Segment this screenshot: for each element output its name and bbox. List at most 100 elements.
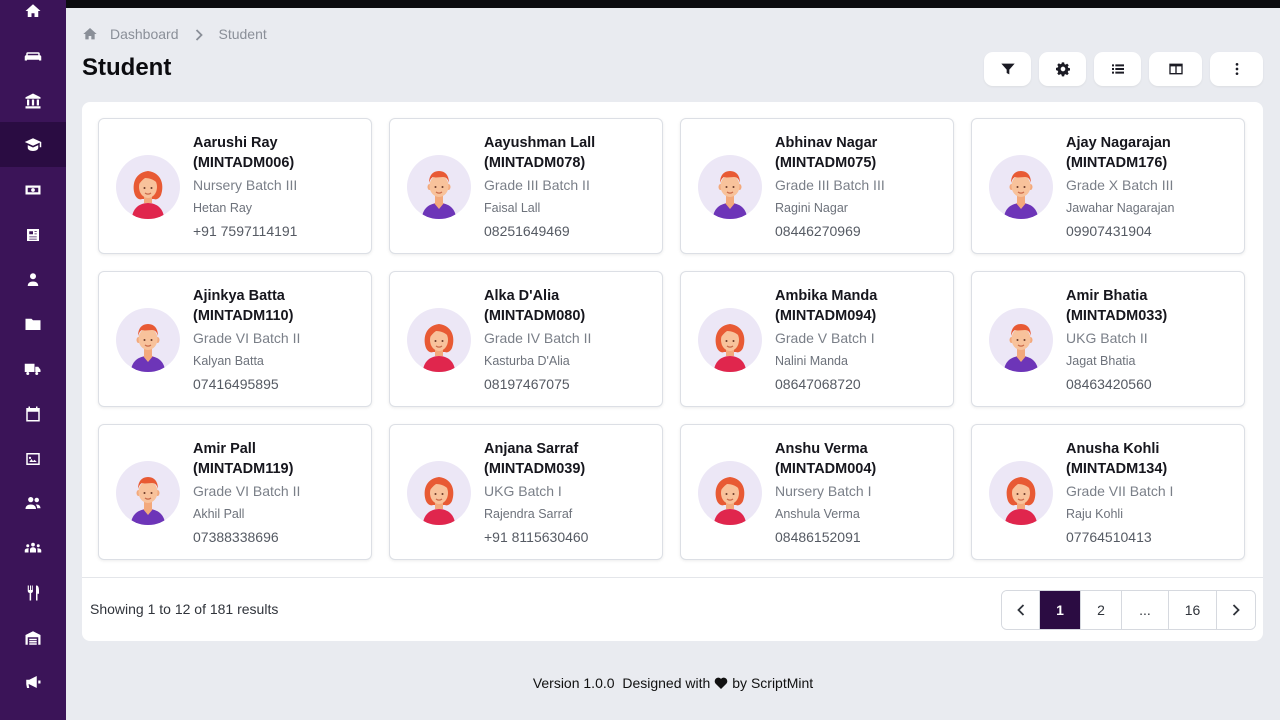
- page-button[interactable]: 2: [1081, 591, 1122, 629]
- chevron-right-icon: [195, 28, 203, 41]
- top-bar: [66, 0, 1280, 8]
- sofa-icon: [24, 51, 42, 60]
- student-grid-panel: Aarushi Ray (MINTADM006) Nursery Batch III…: [82, 102, 1263, 641]
- student-name[interactable]: Aarushi Ray (MINTADM006): [193, 133, 368, 173]
- admission-code: (MINTADM075): [775, 155, 877, 171]
- previous-page-button[interactable]: [1002, 591, 1040, 629]
- batch-name: Grade V Batch I: [775, 330, 875, 346]
- batch-name: Grade III Batch III: [775, 177, 885, 193]
- male-avatar-icon: [989, 171, 1053, 219]
- sidebar-item-user[interactable]: [0, 257, 66, 302]
- sidebar-item-documents[interactable]: [0, 301, 66, 346]
- sidebar-item-home[interactable]: [0, 0, 66, 33]
- by-scriptmint-link[interactable]: by ScriptMint: [732, 675, 813, 691]
- admission-code: (MINTADM134): [1066, 461, 1168, 477]
- truck-icon: [24, 363, 41, 375]
- sidebar-item-gallery[interactable]: [0, 436, 66, 481]
- filter-icon: [1000, 63, 1015, 75]
- student-name[interactable]: Anusha Kohli (MINTADM134): [1066, 439, 1241, 479]
- student-card[interactable]: Anjana Sarraf (MINTADM039) UKG Batch I Raje…: [389, 424, 663, 560]
- student-card[interactable]: Aayushman Lall (MINTADM078) Grade III Batc…: [389, 118, 663, 254]
- guardian-name: Jawahar Nagarajan: [1066, 201, 1175, 215]
- avatar: [989, 308, 1053, 372]
- guardian-name: Kasturba D'Alia: [484, 354, 570, 368]
- page-title: Student: [82, 54, 172, 81]
- male-avatar-icon: [407, 171, 471, 219]
- student-card[interactable]: Ajinkya Batta (MINTADM110) Grade VI Batch …: [98, 271, 372, 407]
- sidebar-item-inventory[interactable]: [0, 615, 66, 660]
- more-options-button[interactable]: [1210, 52, 1263, 86]
- student-card[interactable]: Ajay Nagarajan (MINTADM176) Grade X Batch …: [971, 118, 1245, 254]
- student-name-text: Ambika Manda: [775, 288, 878, 304]
- sidebar-item-students[interactable]: [0, 122, 66, 167]
- sidebar-item-sofa[interactable]: [0, 33, 66, 78]
- footer: Version 1.0.0 Designed with by ScriptMint: [0, 675, 1280, 691]
- breadcrumb-dashboard-link[interactable]: Dashboard: [110, 26, 179, 42]
- contact-number: 07388338696: [193, 529, 279, 545]
- student-name-text: Aarushi Ray: [193, 135, 278, 151]
- student-name[interactable]: Amir Bhatia (MINTADM033): [1066, 286, 1241, 326]
- sidebar-item-employees[interactable]: [0, 480, 66, 525]
- student-card[interactable]: Amir Pall (MINTADM119) Grade VI Batch II Ak…: [98, 424, 372, 560]
- guardian-name: Nalini Manda: [775, 354, 848, 368]
- version-text: Version 1.0.0: [532, 675, 615, 691]
- student-name[interactable]: Abhinav Nagar (MINTADM075): [775, 133, 950, 173]
- contact-number: 09907431904: [1066, 223, 1152, 239]
- graduate-icon: [24, 137, 42, 151]
- student-name[interactable]: Ambika Manda (MINTADM094): [775, 286, 950, 326]
- student-name-text: Amir Bhatia: [1066, 288, 1148, 304]
- avatar: [407, 461, 471, 525]
- chevron-left-icon: [1016, 604, 1024, 616]
- student-name[interactable]: Anjana Sarraf (MINTADM039): [484, 439, 659, 479]
- guardian-name: Rajendra Sarraf: [484, 507, 573, 521]
- female-avatar-icon: [989, 477, 1053, 525]
- home-icon: [25, 3, 41, 17]
- breadcrumb-home-icon[interactable]: [82, 26, 98, 42]
- sidebar-item-news[interactable]: [0, 212, 66, 257]
- admission-code: (MINTADM004): [775, 461, 877, 477]
- batch-name: UKG Batch II: [1066, 330, 1148, 346]
- sidebar-item-mess[interactable]: [0, 570, 66, 615]
- student-card[interactable]: Amir Bhatia (MINTADM033) UKG Batch II Jagat…: [971, 271, 1245, 407]
- student-name[interactable]: Aayushman Lall (MINTADM078): [484, 133, 659, 173]
- student-card[interactable]: Abhinav Nagar (MINTADM075) Grade III Batch…: [680, 118, 954, 254]
- admission-code: (MINTADM006): [193, 155, 295, 171]
- settings-button[interactable]: [1039, 52, 1086, 86]
- guardian-name: Akhil Pall: [193, 507, 245, 521]
- student-name[interactable]: Alka D'Alia (MINTADM080): [484, 286, 659, 326]
- sidebar-item-groups[interactable]: [0, 525, 66, 570]
- student-card[interactable]: Alka D'Alia (MINTADM080) Grade IV Batch II…: [389, 271, 663, 407]
- student-name[interactable]: Amir Pall (MINTADM119): [193, 439, 368, 479]
- sidebar-item-calendar[interactable]: [0, 391, 66, 436]
- list-view-button[interactable]: [1094, 52, 1141, 86]
- batch-name: Grade VII Batch I: [1066, 483, 1174, 499]
- sidebar-item-transport[interactable]: [0, 346, 66, 391]
- sidebar-item-finance[interactable]: [0, 167, 66, 212]
- female-avatar-icon: [407, 324, 471, 372]
- next-page-button[interactable]: [1217, 591, 1255, 629]
- student-name-text: Ajinkya Batta: [193, 288, 285, 304]
- image-icon: [26, 452, 40, 465]
- student-card[interactable]: Aarushi Ray (MINTADM006) Nursery Batch III…: [98, 118, 372, 254]
- card-view-button[interactable]: [1149, 52, 1202, 86]
- avatar: [698, 461, 762, 525]
- student-name-text: Anjana Sarraf: [484, 441, 579, 457]
- sidebar: [0, 0, 66, 720]
- contact-number: 07764510413: [1066, 529, 1152, 545]
- student-name[interactable]: Ajinkya Batta (MINTADM110): [193, 286, 368, 326]
- avatar: [698, 155, 762, 219]
- sidebar-item-bank[interactable]: [0, 78, 66, 123]
- student-card[interactable]: Anshu Verma (MINTADM004) Nursery Batch I An…: [680, 424, 954, 560]
- filter-button[interactable]: [984, 52, 1031, 86]
- page-button[interactable]: 16: [1169, 591, 1217, 629]
- columns-icon: [1168, 63, 1183, 75]
- contact-number: 08463420560: [1066, 376, 1152, 392]
- student-card[interactable]: Anusha Kohli (MINTADM134) Grade VII Batch …: [971, 424, 1245, 560]
- page-button[interactable]: 1: [1040, 591, 1081, 629]
- male-avatar-icon: [698, 171, 762, 219]
- student-card[interactable]: Ambika Manda (MINTADM094) Grade V Batch I N…: [680, 271, 954, 407]
- student-name[interactable]: Ajay Nagarajan (MINTADM176): [1066, 133, 1241, 173]
- student-name-text: Alka D'Alia: [484, 288, 560, 304]
- student-name[interactable]: Anshu Verma (MINTADM004): [775, 439, 950, 479]
- admission-code: (MINTADM119): [193, 461, 294, 477]
